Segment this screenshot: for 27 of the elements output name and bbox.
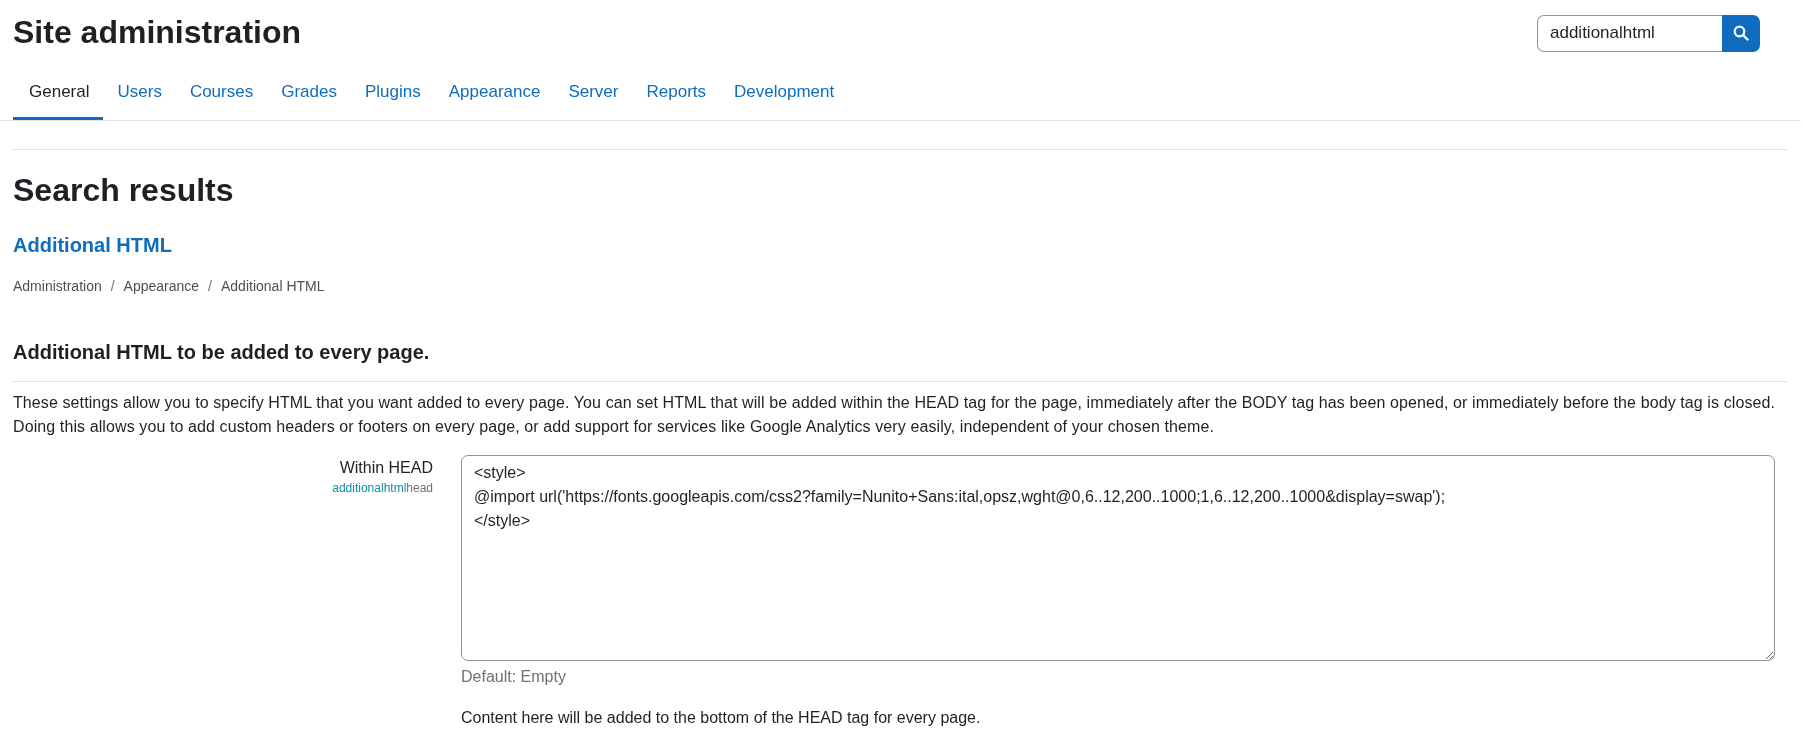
nav-tab[interactable]: General [13,64,104,120]
nav-tab[interactable]: Courses [175,64,268,120]
settings-heading: Additional HTML to be added to every page. [13,339,1788,382]
breadcrumb-separator: / [110,277,115,296]
breadcrumb-item[interactable]: Appearance [123,276,200,296]
nav-tab[interactable]: Users [103,64,176,120]
html-textarea[interactable]: <style> @import url('https://fonts.googleapis.com/css2?family=Nunito+Sans:ital,opsz,wght@0,6..12,200..1000;1,6..12,200..1000&display=swap'); </style> [461,455,1775,661]
search-button[interactable] [1722,14,1760,52]
page-title: Site administration [13,13,302,51]
help-text: Content here will be added to the bottom of the HEAD tag for every page. [461,708,982,728]
breadcrumb-separator: / [208,277,212,296]
breadcrumb-item[interactable]: Administration [13,276,102,296]
nav-tab[interactable]: Appearance [434,64,555,120]
nav-tab[interactable]: Plugins [350,64,435,120]
setting-label: Within HEAD [338,458,433,478]
nav-tab[interactable]: Reports [632,64,720,120]
description-text: These settings allow you to specify HTML that you want added to every page. You can set HTML that will be added within the HEAD tag for the page, immediately after the BODY tag has been opened, or immediately before the body tag is closed. Doing this allows you to add custom headers or footers on every page, or add support for services like Google Analytics very easily, independent of your chosen theme. [13,393,1777,437]
search-icon [1733,25,1749,41]
section-title: Search results [13,171,235,210]
nav-tab[interactable]: Server [554,64,633,120]
search-field[interactable]: additionalhtml [1537,14,1722,52]
result-link[interactable]: Additional HTML [13,232,172,258]
setting-name: additionalhtmlhead [331,481,433,495]
default-value-text: Default: Empty [461,667,567,687]
nav-tab[interactable]: Development [720,64,849,120]
nav-tab[interactable]: Grades [267,64,351,120]
breadcrumb-item[interactable]: Additional HTML [221,276,325,296]
